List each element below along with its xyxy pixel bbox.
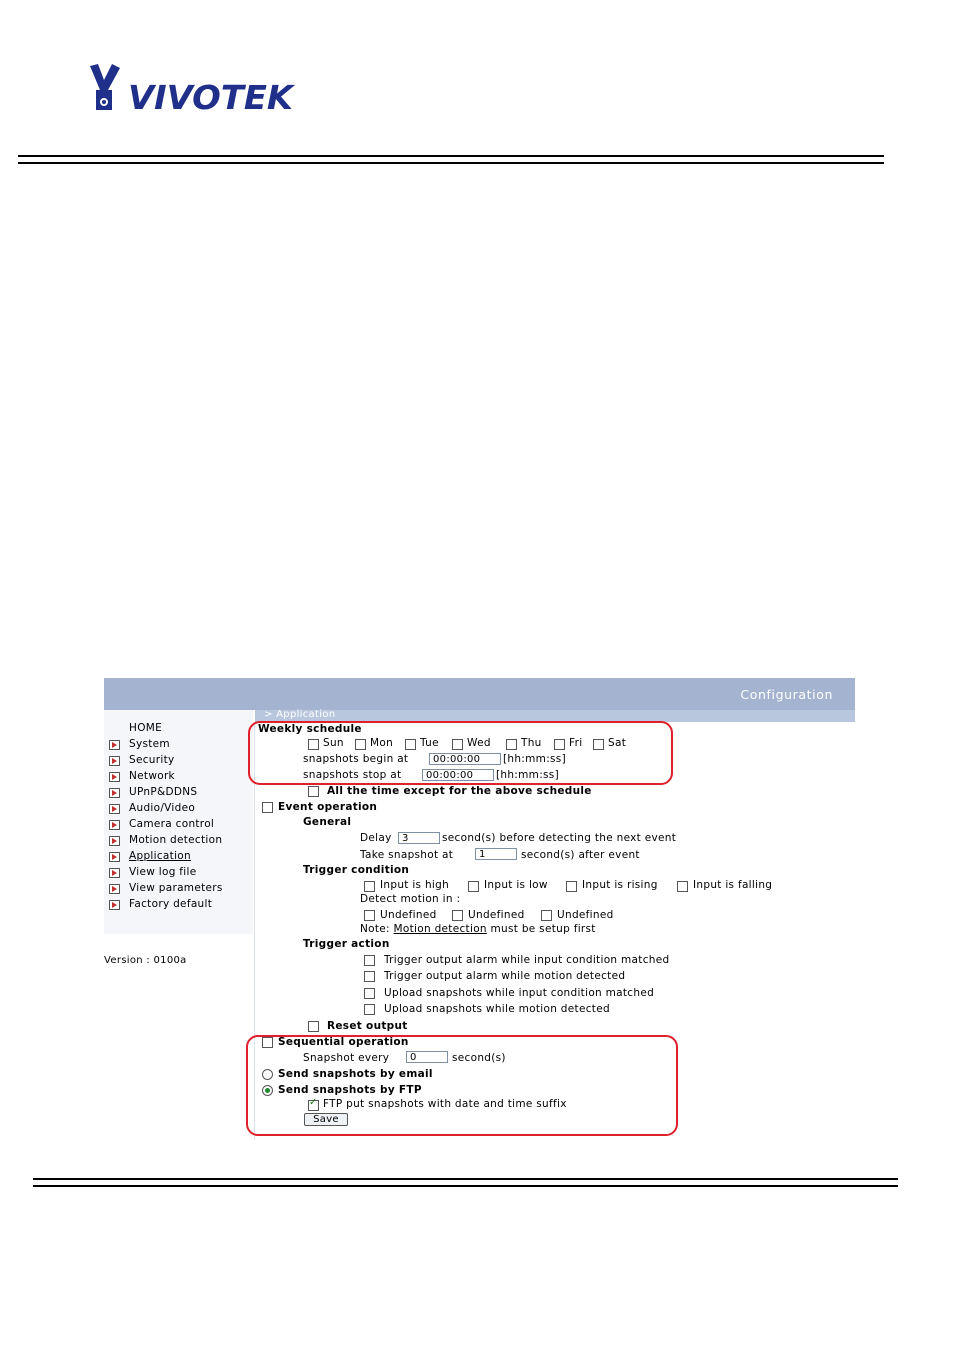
action-2-label: Trigger output alarm while motion detect…: [384, 970, 626, 982]
footer-divider: [33, 1178, 898, 1187]
all-time-checkbox[interactable]: [308, 786, 319, 797]
region-2-checkbox[interactable]: [452, 910, 463, 921]
detect-motion-label: Detect motion in :: [360, 893, 461, 905]
arrow-icon: [109, 772, 120, 782]
sequential-highlight: [246, 1035, 678, 1136]
region-1-label: Undefined: [380, 909, 437, 921]
breadcrumb: > Application: [264, 709, 336, 720]
event-operation-checkbox[interactable]: [262, 802, 273, 813]
arrow-icon: [109, 900, 120, 910]
sidebar: HOME System Security Network UPnP&DDNS A…: [104, 710, 253, 966]
configuration-title: Configuration: [740, 687, 833, 702]
delay-suffix: second(s) before detecting the next even…: [442, 832, 677, 844]
reset-output-label: Reset output: [327, 1020, 408, 1032]
general-title: General: [303, 816, 352, 828]
input-falling-checkbox[interactable]: [677, 881, 688, 892]
region-1-checkbox[interactable]: [364, 910, 375, 921]
event-operation-title: Event operation: [278, 801, 378, 813]
delay-input[interactable]: 3: [398, 832, 440, 844]
top-bar: Configuration: [104, 678, 855, 710]
motion-detection-link[interactable]: Motion detection: [394, 923, 487, 935]
svg-text:VIVOTEK: VIVOTEK: [128, 78, 295, 112]
arrow-icon: [109, 788, 120, 798]
action-4-checkbox[interactable]: [364, 1004, 375, 1015]
arrow-icon: [109, 740, 120, 750]
take-snapshot-input[interactable]: 1: [475, 848, 517, 860]
input-rising-checkbox[interactable]: [566, 881, 577, 892]
region-2-label: Undefined: [468, 909, 525, 921]
action-3-checkbox[interactable]: [364, 988, 375, 999]
vivotek-logo-graphic: VIVOTEK: [90, 64, 295, 117]
input-falling-label: Input is falling: [693, 879, 773, 891]
note-text: Note: Motion detection must be setup fir…: [360, 923, 596, 935]
arrow-icon: [109, 820, 120, 830]
reset-output-checkbox[interactable]: [308, 1021, 319, 1032]
arrow-icon: [109, 884, 120, 894]
region-3-checkbox[interactable]: [541, 910, 552, 921]
arrow-icon: [109, 836, 120, 846]
note-suffix: must be setup first: [490, 923, 596, 935]
action-1-label: Trigger output alarm while input conditi…: [384, 954, 670, 966]
arrow-icon: [109, 868, 120, 878]
region-3-label: Undefined: [557, 909, 614, 921]
delay-label: Delay: [360, 832, 392, 844]
note-prefix: Note:: [360, 923, 390, 935]
header-divider: [18, 155, 884, 164]
action-4-label: Upload snapshots while motion detected: [384, 1003, 610, 1015]
all-time-label: All the time except for the above schedu…: [327, 785, 592, 797]
trigger-action-title: Trigger action: [303, 938, 390, 950]
take-snapshot-suffix: second(s) after event: [521, 849, 640, 861]
action-2-checkbox[interactable]: [364, 971, 375, 982]
arrow-icon: [109, 852, 120, 862]
action-3-label: Upload snapshots while input condition m…: [384, 987, 655, 999]
arrow-icon: [109, 756, 120, 766]
configuration-screenshot: Configuration > Application HOME System …: [104, 678, 855, 1140]
take-snapshot-label: Take snapshot at: [360, 849, 454, 861]
action-1-checkbox[interactable]: [364, 955, 375, 966]
input-rising-label: Input is rising: [582, 879, 658, 891]
input-low-checkbox[interactable]: [468, 881, 479, 892]
version-text: Version : 0100a: [104, 955, 187, 966]
input-low-label: Input is low: [484, 879, 548, 891]
input-high-checkbox[interactable]: [364, 881, 375, 892]
arrow-icon: [109, 804, 120, 814]
weekly-schedule-highlight: [248, 721, 673, 785]
vivotek-logo: VIVOTEK: [88, 62, 298, 117]
input-high-label: Input is high: [380, 879, 450, 891]
trigger-condition-title: Trigger condition: [303, 864, 410, 876]
